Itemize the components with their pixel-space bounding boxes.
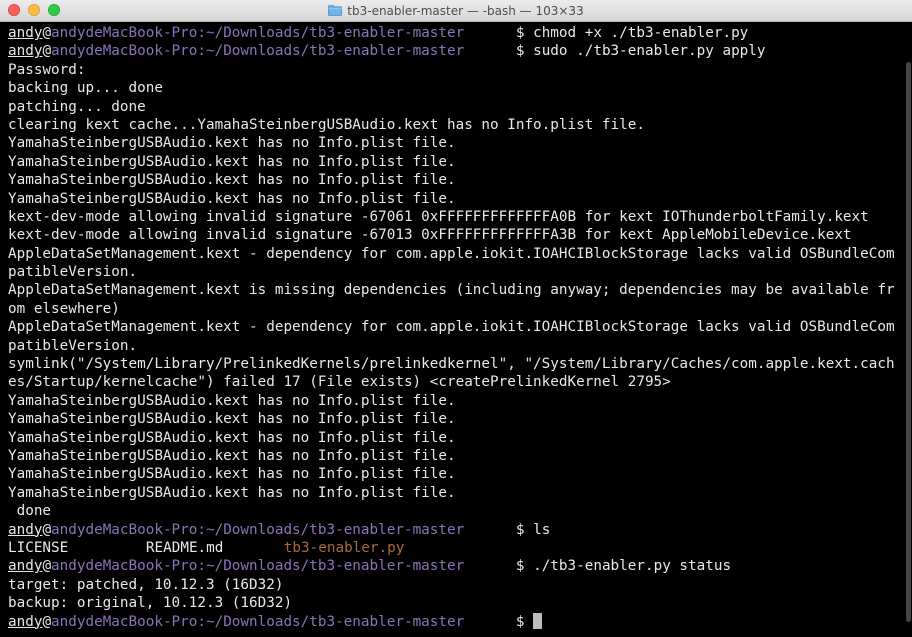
output-line: YamahaSteinbergUSBAudio.kext has no Info… xyxy=(8,447,456,464)
output-line: kext-dev-mode allowing invalid signature… xyxy=(8,227,852,244)
output-line: YamahaSteinbergUSBAudio.kext has no Info… xyxy=(8,484,456,501)
prompt-user: andy xyxy=(8,613,43,630)
window-title-group: tb3-enabler-master — -bash — 103×33 xyxy=(0,0,912,21)
prompt-user: andy xyxy=(8,25,43,41)
output-line: Password: xyxy=(8,61,86,78)
output-line: patibleVersion. xyxy=(8,264,138,281)
output-line: YamahaSteinbergUSBAudio.kext has no Info… xyxy=(8,135,456,152)
text-cursor[interactable] xyxy=(533,612,543,629)
output-line: patibleVersion. xyxy=(8,337,138,354)
output-line: YamahaSteinbergUSBAudio.kext has no Info… xyxy=(8,190,456,207)
prompt-gap xyxy=(464,614,516,630)
output-line: YamahaSteinbergUSBAudio.kext has no Info… xyxy=(8,466,456,483)
output-line: YamahaSteinbergUSBAudio.kext has no Info… xyxy=(8,411,456,428)
command-text: sudo ./tb3-enabler.py apply xyxy=(533,43,766,60)
folder-icon xyxy=(328,5,343,16)
prompt-path: ~/Downloads/tb3-enabler-master xyxy=(205,521,465,538)
prompt-at: @ xyxy=(42,613,52,630)
title-bar[interactable]: tb3-enabler-master — -bash — 103×33 xyxy=(0,0,912,22)
prompt-separator: : xyxy=(197,613,206,630)
output-line: kext-dev-mode allowing invalid signature… xyxy=(8,208,869,225)
prompt-at: @ xyxy=(42,521,52,538)
output-line: target: patched, 10.12.3 (16D32) xyxy=(8,576,284,593)
prompt-host: andydeMacBook-Pro xyxy=(51,43,198,60)
terminal-output[interactable]: andy@andydeMacBook-Pro:~/Downloads/tb3-e… xyxy=(8,24,908,631)
output-line: AppleDataSetManagement.kext is missing d… xyxy=(8,282,895,299)
output-line: AppleDataSetManagement.kext - dependency… xyxy=(8,319,895,336)
prompt-dollar: $ xyxy=(515,558,534,575)
output-line: YamahaSteinbergUSBAudio.kext has no Info… xyxy=(8,392,456,409)
command-text: ls xyxy=(533,521,551,538)
prompt-line: andy@andydeMacBook-Pro:~/Downloads/tb3-e… xyxy=(8,24,908,42)
output-line: backup: original, 10.12.3 (16D32) xyxy=(8,595,293,612)
prompt-dollar: $ xyxy=(515,25,534,41)
prompt-dollar: $ xyxy=(515,43,534,60)
prompt-at: @ xyxy=(42,43,52,60)
prompt-dollar: $ xyxy=(515,613,534,630)
command-text: chmod +x ./tb3-enabler.py xyxy=(533,25,749,41)
prompt-separator: : xyxy=(197,25,206,41)
prompt-gap xyxy=(464,558,516,574)
scrollbar[interactable] xyxy=(906,22,912,637)
prompt-host: andydeMacBook-Pro xyxy=(51,558,198,575)
prompt-gap xyxy=(464,25,516,41)
output-line: om elsewhere) xyxy=(8,300,120,317)
prompt-path: ~/Downloads/tb3-enabler-master xyxy=(205,43,465,60)
prompt-at: @ xyxy=(42,558,52,575)
prompt-line: andy@andydeMacBook-Pro:~/Downloads/tb3-e… xyxy=(8,521,908,539)
prompt-user: andy xyxy=(8,558,43,575)
prompt-path: ~/Downloads/tb3-enabler-master xyxy=(205,613,465,630)
prompt-path: ~/Downloads/tb3-enabler-master xyxy=(205,558,465,575)
prompt-user: andy xyxy=(8,521,43,538)
prompt-host: andydeMacBook-Pro xyxy=(51,613,198,630)
scroll-thumb[interactable] xyxy=(906,62,911,622)
prompt-host: andydeMacBook-Pro xyxy=(51,521,198,538)
prompt-line: andy@andydeMacBook-Pro:~/Downloads/tb3-e… xyxy=(8,42,908,60)
output-line: YamahaSteinbergUSBAudio.kext has no Info… xyxy=(8,429,456,446)
prompt-gap xyxy=(464,43,516,59)
prompt-line: andy@andydeMacBook-Pro:~/Downloads/tb3-e… xyxy=(8,612,908,631)
output-line: YamahaSteinbergUSBAudio.kext has no Info… xyxy=(8,172,456,189)
ls-entry: README.md xyxy=(145,539,224,556)
prompt-line: andy@andydeMacBook-Pro:~/Downloads/tb3-e… xyxy=(8,557,908,575)
output-line: backing up... done xyxy=(8,80,163,97)
command-text: ./tb3-enabler.py status xyxy=(533,558,732,575)
output-line: clearing kext cache...YamahaSteinbergUSB… xyxy=(8,116,645,133)
output-line: symlink("/System/Library/PrelinkedKernel… xyxy=(8,356,895,373)
ls-output-line: LICENSE README.md tb3-enabler.py xyxy=(8,539,908,557)
terminal-window[interactable]: tb3-enabler-master — -bash — 103×33 andy… xyxy=(0,0,912,637)
prompt-separator: : xyxy=(197,558,206,575)
ls-entry: LICENSE xyxy=(8,539,69,556)
prompt-separator: : xyxy=(197,521,206,538)
prompt-dollar: $ xyxy=(515,521,534,538)
output-line: AppleDataSetManagement.kext - dependency… xyxy=(8,245,895,262)
ls-entry: tb3-enabler.py xyxy=(283,539,405,556)
prompt-separator: : xyxy=(197,43,206,60)
output-line: patching... done xyxy=(8,98,146,115)
output-line: es/Startup/kernelcache") failed 17 (File… xyxy=(8,374,671,391)
output-line: done xyxy=(8,503,52,520)
window-title: tb3-enabler-master — -bash — 103×33 xyxy=(347,3,584,18)
prompt-user: andy xyxy=(8,43,43,60)
prompt-at: @ xyxy=(42,25,52,41)
prompt-gap xyxy=(464,522,516,538)
output-line: YamahaSteinbergUSBAudio.kext has no Info… xyxy=(8,153,456,170)
prompt-path: ~/Downloads/tb3-enabler-master xyxy=(205,25,465,41)
prompt-host: andydeMacBook-Pro xyxy=(51,25,198,41)
